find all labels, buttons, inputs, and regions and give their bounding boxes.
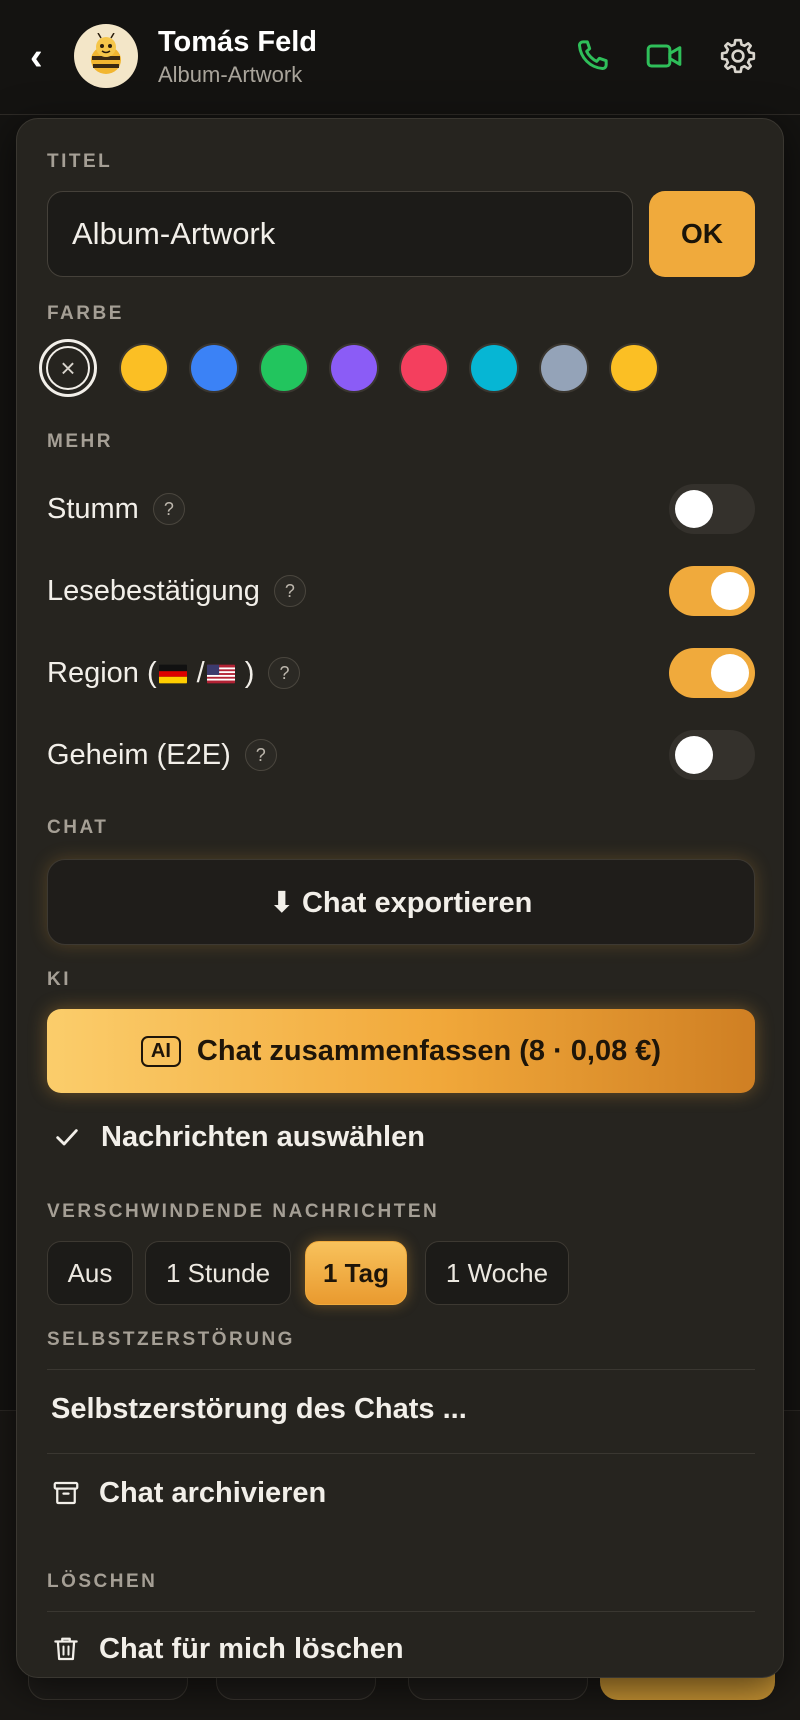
section-color-label: FARBE <box>47 303 124 324</box>
archive-chat-button[interactable]: Chat archivieren <box>47 1463 755 1523</box>
section-title-label: TITEL <box>47 151 113 172</box>
divider <box>47 1453 755 1454</box>
color-swatch-yellow[interactable] <box>121 345 167 391</box>
export-chat-button[interactable]: ⬇ Chat exportieren <box>47 859 755 945</box>
read-receipts-toggle[interactable] <box>669 566 755 616</box>
color-swatch-purple[interactable] <box>331 345 377 391</box>
region-toggle[interactable] <box>669 648 755 698</box>
flag-de-icon <box>158 664 187 683</box>
toggle-row-region: Region ( / ) ? <box>47 647 755 699</box>
color-swatch-blue[interactable] <box>191 345 237 391</box>
delete-chat-button[interactable]: Chat für mich löschen <box>47 1619 755 1677</box>
avatar[interactable] <box>74 24 138 88</box>
color-swatch-gray[interactable] <box>541 345 587 391</box>
section-delete-label: LÖSCHEN <box>47 1571 158 1592</box>
back-button[interactable]: ‹ <box>30 38 54 76</box>
help-icon[interactable]: ? <box>268 657 301 689</box>
toggle-label: Geheim (E2E) <box>47 738 231 771</box>
archive-icon <box>53 1481 79 1505</box>
disappearing-option-1h[interactable]: 1 Stunde <box>145 1241 291 1305</box>
secret-toggle[interactable] <box>669 730 755 780</box>
bee-avatar-icon <box>91 33 121 74</box>
chat-settings-panel: TITEL Album-Artwork OK FARBE × MEHR Stum… <box>16 118 784 1678</box>
select-messages-label: Nachrichten auswählen <box>101 1120 425 1153</box>
help-icon[interactable]: ? <box>273 575 306 607</box>
toggle-row-mute: Stumm ? <box>47 483 755 535</box>
disappearing-option-1w[interactable]: 1 Woche <box>425 1241 569 1305</box>
divider <box>47 1611 755 1612</box>
color-swatch-gold[interactable] <box>611 345 657 391</box>
help-icon[interactable]: ? <box>152 493 185 525</box>
color-swatch-cyan[interactable] <box>471 345 517 391</box>
contact-name: Tomás Feld <box>158 26 317 58</box>
toggle-label: Stumm <box>47 492 139 525</box>
toggle-label: Region ( / ) <box>47 656 255 689</box>
ok-button[interactable]: OK <box>649 191 755 277</box>
toggle-label: Lesebestätigung <box>47 574 260 607</box>
check-icon <box>56 1129 78 1146</box>
section-selfdestruct-label: SELBSTZERSTÖRUNG <box>47 1329 295 1350</box>
section-more-label: MEHR <box>47 431 113 452</box>
phone-icon[interactable] <box>572 36 612 76</box>
summarize-chat-button[interactable]: AI Chat zusammenfassen (8 · 0,08 €) <box>47 1009 755 1093</box>
help-icon[interactable]: ? <box>244 739 277 771</box>
trash-icon <box>54 1637 78 1661</box>
section-ai-label: KI <box>47 969 71 990</box>
video-icon[interactable] <box>644 36 684 76</box>
ai-badge: AI <box>140 1035 181 1067</box>
color-swatch-green[interactable] <box>261 345 307 391</box>
chat-subtitle: Album-Artwork <box>158 62 303 87</box>
title-input[interactable]: Album-Artwork <box>47 191 633 277</box>
section-disappearing-label: VERSCHWINDENDE NACHRICHTEN <box>47 1201 440 1222</box>
summarize-label: Chat zusammenfassen (8 · 0,08 €) <box>196 1034 662 1067</box>
disappearing-option-1d[interactable]: 1 Tag <box>305 1241 407 1305</box>
color-swatch-none[interactable]: × <box>39 339 97 397</box>
toggle-row-read-receipts: Lesebestätigung ? <box>47 565 755 617</box>
chat-header: ‹ Tomás Feld Album-Artwork <box>0 0 800 115</box>
toggle-row-secret: Geheim (E2E) ? <box>47 729 755 781</box>
select-messages-button[interactable]: Nachrichten auswählen <box>47 1109 425 1165</box>
flag-us-icon <box>206 664 235 683</box>
disappearing-option-off[interactable]: Aus <box>47 1241 133 1305</box>
selfdestruct-button[interactable]: Selbstzerstörung des Chats ... <box>47 1379 755 1439</box>
close-icon: × <box>46 346 90 390</box>
gear-icon[interactable] <box>718 36 758 76</box>
color-swatch-red[interactable] <box>401 345 447 391</box>
delete-label: Chat für mich löschen <box>99 1632 404 1665</box>
section-chat-label: CHAT <box>47 817 109 838</box>
archive-label: Chat archivieren <box>99 1476 327 1509</box>
divider <box>47 1369 755 1370</box>
mute-toggle[interactable] <box>669 484 755 534</box>
